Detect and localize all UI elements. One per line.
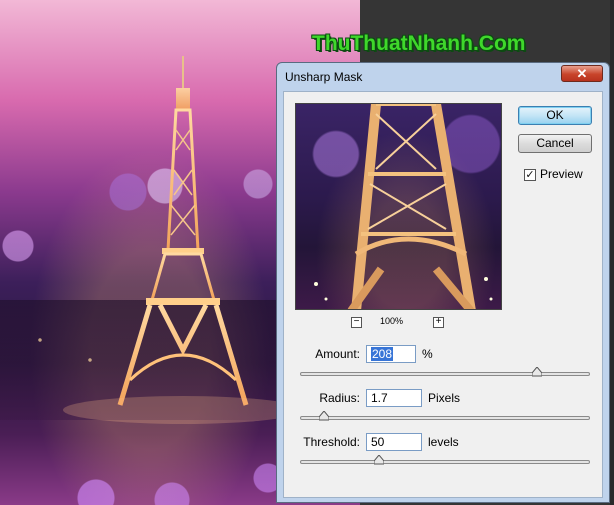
radius-unit: Pixels	[428, 391, 461, 405]
threshold-label: Threshold:	[303, 435, 360, 449]
amount-label: Amount:	[315, 347, 360, 361]
right-edge-strip	[610, 0, 614, 505]
zoom-out-button[interactable]: −	[351, 317, 362, 328]
dialog-title: Unsharp Mask	[285, 70, 363, 84]
radius-slider[interactable]	[300, 411, 590, 421]
radius-slider-thumb[interactable]	[319, 411, 330, 421]
unsharp-mask-dialog: Unsharp Mask ✕ − 100% + OK Cancel ✓ Prev…	[276, 62, 610, 503]
checkmark-icon: ✓	[525, 169, 535, 181]
site-logo: ThuThuatNhanh.Com	[312, 32, 526, 55]
amount-slider-thumb[interactable]	[532, 367, 543, 377]
threshold-slider-thumb[interactable]	[373, 455, 384, 465]
preview-checkbox-label[interactable]: Preview	[540, 167, 583, 181]
amount-value: 208	[371, 347, 394, 361]
zoom-level: 100%	[380, 316, 404, 326]
amount-unit: %	[422, 347, 433, 361]
close-button[interactable]: ✕	[561, 65, 603, 82]
threshold-input[interactable]: 50	[366, 433, 422, 451]
dialog-body: − 100% + OK Cancel ✓ Preview Amount: 208…	[283, 91, 603, 498]
minus-icon: −	[353, 316, 360, 327]
amount-slider[interactable]	[300, 367, 590, 377]
radius-input[interactable]: 1.7	[366, 389, 422, 407]
plus-icon: +	[435, 316, 442, 327]
filter-preview-pane[interactable]	[295, 103, 502, 310]
ok-button[interactable]: OK	[518, 106, 592, 125]
cancel-button[interactable]: Cancel	[518, 134, 592, 153]
zoom-in-button[interactable]: +	[433, 317, 444, 328]
radius-label: Radius:	[319, 391, 360, 405]
dialog-titlebar[interactable]: Unsharp Mask ✕	[277, 63, 609, 90]
threshold-unit: levels	[428, 435, 459, 449]
amount-input[interactable]: 208	[366, 345, 416, 363]
close-icon: ✕	[576, 66, 588, 81]
threshold-slider[interactable]	[300, 455, 590, 465]
preview-checkbox[interactable]: ✓	[524, 169, 536, 181]
preview-image	[314, 104, 493, 309]
